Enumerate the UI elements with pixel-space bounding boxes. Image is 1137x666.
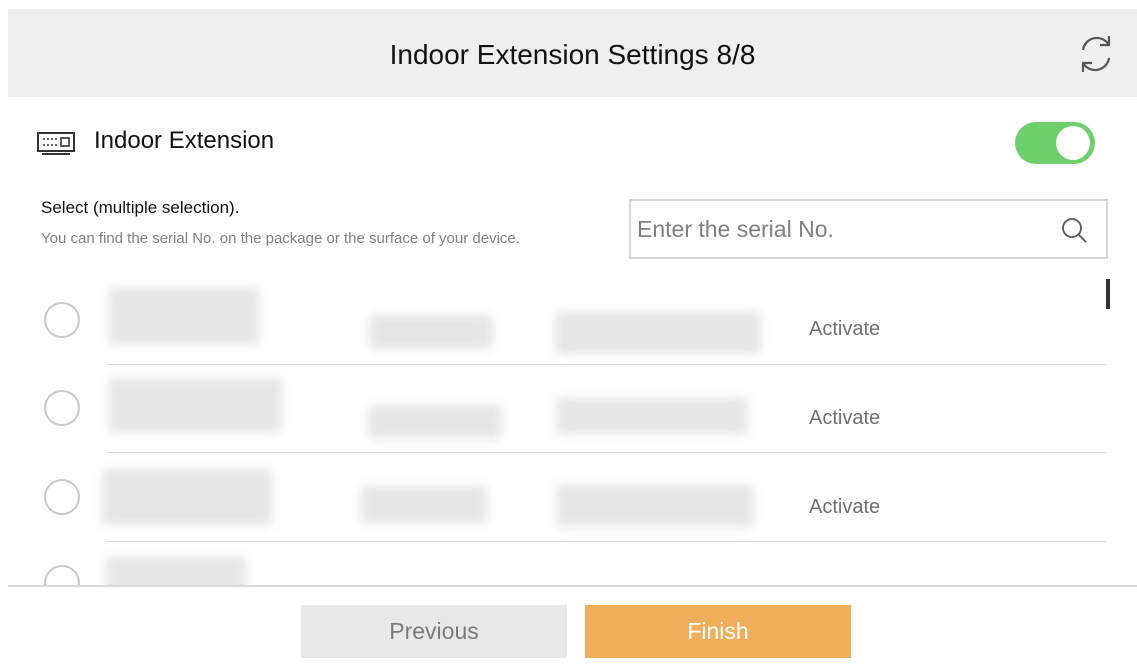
- finish-button[interactable]: Finish: [585, 605, 851, 658]
- device-serial-blurred: [556, 398, 748, 434]
- activate-link[interactable]: Activate: [809, 496, 880, 519]
- page-title: Indoor Extension Settings 8/8: [389, 39, 756, 70]
- activate-link[interactable]: Activate: [809, 407, 880, 430]
- device-name-blurred: [102, 469, 272, 525]
- device-name-blurred: [108, 288, 260, 344]
- search-icon[interactable]: [1060, 216, 1088, 244]
- device-model-blurred: [361, 486, 487, 524]
- indoor-extension-toggle[interactable]: [1015, 122, 1095, 164]
- toggle-knob: [1056, 126, 1090, 160]
- device-select-radio[interactable]: [44, 565, 80, 585]
- previous-button[interactable]: Previous: [301, 605, 567, 658]
- device-name-blurred: [108, 378, 282, 432]
- refresh-icon[interactable]: [1073, 31, 1119, 77]
- activate-link[interactable]: Activate: [809, 318, 880, 341]
- device-row[interactable]: Activate: [0, 458, 1137, 547]
- device-serial-blurred: [555, 312, 761, 354]
- footer-bar: Previous Finish: [8, 585, 1137, 666]
- indoor-extension-row: Indoor Extension: [36, 122, 1106, 164]
- header-bar: Indoor Extension Settings 8/8: [8, 9, 1137, 97]
- device-select-radio[interactable]: [44, 390, 80, 426]
- serial-search-input[interactable]: [637, 201, 1037, 257]
- row-divider: [107, 364, 1106, 365]
- row-divider: [107, 541, 1106, 542]
- device-row[interactable]: [0, 547, 1137, 585]
- device-row[interactable]: Activate: [0, 369, 1137, 458]
- device-name-blurred: [106, 556, 246, 585]
- device-model-blurred: [368, 405, 502, 439]
- device-list: Activate Activate Activate: [0, 280, 1137, 585]
- device-row[interactable]: Activate: [0, 280, 1137, 369]
- device-select-radio[interactable]: [44, 479, 80, 515]
- selection-title: Select (multiple selection).: [41, 198, 240, 217]
- selection-hint: You can find the serial No. on the packa…: [41, 230, 520, 247]
- indoor-extension-device-icon: [37, 132, 75, 155]
- indoor-extension-label: Indoor Extension: [94, 127, 275, 154]
- device-serial-blurred: [556, 485, 754, 527]
- serial-search-box: [629, 199, 1108, 259]
- device-model-blurred: [369, 315, 493, 349]
- device-select-radio[interactable]: [44, 302, 80, 338]
- row-divider: [107, 452, 1106, 453]
